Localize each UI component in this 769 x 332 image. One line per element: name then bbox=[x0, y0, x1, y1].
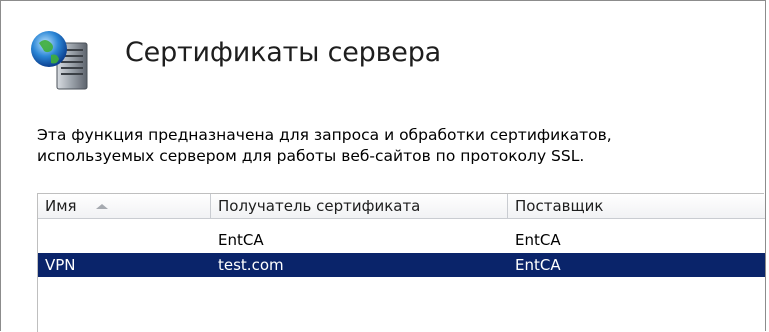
table-row[interactable]: EntCA EntCA bbox=[38, 228, 765, 252]
cell-name bbox=[38, 228, 211, 252]
cell-issued-to: test.com bbox=[218, 256, 284, 274]
column-header-issued-by-label: Поставщик bbox=[515, 197, 604, 215]
cell-issued-by: EntCA bbox=[515, 231, 561, 249]
column-header-issued-to[interactable]: Получатель сертификата bbox=[211, 194, 508, 218]
server-certificates-icon bbox=[27, 29, 97, 91]
table-row-selected[interactable]: VPN test.com EntCA bbox=[38, 253, 765, 277]
certificates-list[interactable]: Имя Получатель сертификата Поставщик Ent… bbox=[37, 193, 765, 332]
cell-issued-to: EntCA bbox=[218, 231, 264, 249]
description-line-2: используемых сервером для работы веб-сай… bbox=[37, 147, 585, 165]
cell-name: VPN bbox=[45, 256, 76, 274]
server-certificates-pane: Сертификаты сервера Эта функция предназн… bbox=[0, 0, 766, 332]
list-header: Имя Получатель сертификата Поставщик bbox=[38, 194, 765, 219]
column-header-issued-to-label: Получатель сертификата bbox=[218, 197, 421, 215]
page-description: Эта функция предназначена для запроса и … bbox=[37, 125, 762, 167]
column-header-name[interactable]: Имя bbox=[38, 194, 211, 218]
cell-issued-by: EntCA bbox=[515, 256, 561, 274]
column-header-issued-by[interactable]: Поставщик bbox=[508, 194, 765, 218]
description-line-1: Эта функция предназначена для запроса и … bbox=[37, 126, 612, 144]
sort-ascending-icon bbox=[96, 204, 108, 209]
column-header-name-label: Имя bbox=[45, 197, 77, 215]
page-title: Сертификаты сервера bbox=[125, 37, 441, 68]
